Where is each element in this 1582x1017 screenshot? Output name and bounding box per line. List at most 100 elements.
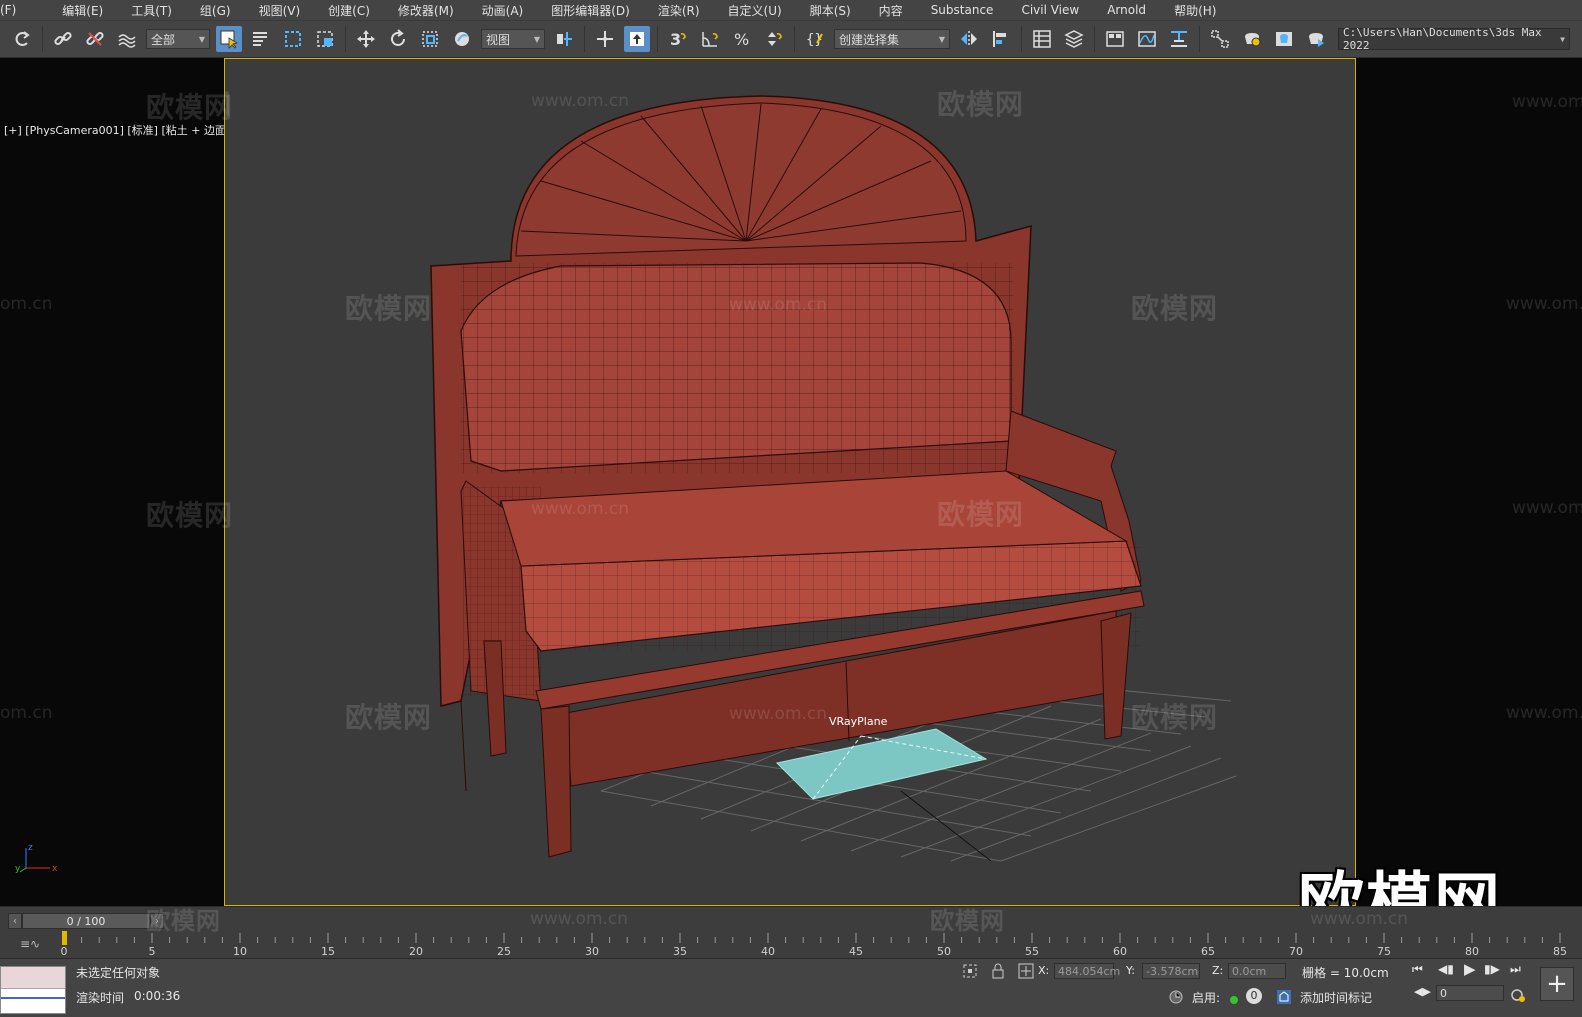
angle-snap-icon[interactable] bbox=[697, 26, 723, 52]
perspective-viewport[interactable]: VRayPlane 欧模网 www.om.cn 欧模网 欧模网 www.om.c… bbox=[224, 58, 1356, 906]
watermark-logo: 欧模网 bbox=[345, 292, 433, 325]
project-folder-path[interactable]: C:\Users\Han\Documents\3ds Max 2022 ▼ bbox=[1338, 26, 1570, 52]
time-tag-icon[interactable] bbox=[1276, 989, 1292, 1005]
trackbar-tick-label: 80 bbox=[1465, 945, 1479, 958]
menu-help[interactable]: 帮助(H) bbox=[1160, 2, 1230, 19]
reference-coord-value: 视图 bbox=[486, 32, 511, 47]
edit-named-selection-icon[interactable]: {} bbox=[802, 26, 828, 52]
menu-civil-view[interactable]: Civil View bbox=[1007, 3, 1093, 17]
previous-key-icon[interactable]: ◀▮ bbox=[1438, 962, 1454, 976]
trackbar-tick-label: 60 bbox=[1113, 945, 1127, 958]
rotate-icon[interactable] bbox=[385, 26, 411, 52]
menu-file[interactable]: (F) bbox=[0, 3, 30, 17]
menu-modifiers[interactable]: 修改器(M) bbox=[384, 2, 468, 19]
trackbar-ticks bbox=[62, 931, 1561, 945]
pivot-center-icon[interactable] bbox=[551, 26, 577, 52]
axis-x-label: x bbox=[52, 864, 58, 874]
play-icon[interactable]: ▶ bbox=[1464, 960, 1476, 978]
isolate-selection-icon[interactable] bbox=[962, 963, 978, 979]
schematic-view-icon[interactable] bbox=[1166, 26, 1192, 52]
layer-explorer-icon[interactable] bbox=[1061, 26, 1087, 52]
menu-graph-editors[interactable]: 图形编辑器(D) bbox=[537, 2, 644, 19]
snaps-toggle-icon[interactable]: 3 bbox=[665, 26, 691, 52]
mirror-icon[interactable] bbox=[956, 26, 982, 52]
keyboard-shortcut-override-icon[interactable] bbox=[624, 26, 650, 52]
time-slider[interactable]: ‹ 0 / 100 › bbox=[8, 913, 164, 929]
x-coord-field[interactable]: 484.054cm bbox=[1054, 963, 1120, 979]
current-frame-field[interactable]: 0 bbox=[1436, 985, 1504, 1001]
maxscript-mini-listener[interactable] bbox=[0, 966, 66, 1014]
adaptive-degradation-icon[interactable] bbox=[1168, 989, 1184, 1005]
material-editor-icon[interactable] bbox=[1207, 26, 1233, 52]
watermark-logo: 欧模网 bbox=[937, 498, 1025, 531]
select-object-icon[interactable] bbox=[216, 26, 242, 52]
redo-icon[interactable] bbox=[9, 26, 35, 52]
bench-front-right-leg bbox=[1100, 612, 1132, 740]
bind-space-warp-icon[interactable] bbox=[114, 26, 140, 52]
toggle-ribbon-icon[interactable] bbox=[1102, 26, 1128, 52]
next-key-icon[interactable]: ▮▶ bbox=[1484, 962, 1500, 976]
mini-curve-editor-icon[interactable]: ≡∿ bbox=[20, 937, 40, 951]
menu-views[interactable]: 视图(V) bbox=[245, 2, 315, 19]
listener-input[interactable] bbox=[1, 967, 65, 989]
menu-customize[interactable]: 自定义(U) bbox=[714, 2, 796, 19]
add-time-tag[interactable]: 添加时间标记 bbox=[1300, 989, 1372, 1006]
trackbar-tick-label: 65 bbox=[1201, 945, 1215, 958]
z-coord-field[interactable]: 0.0cm bbox=[1228, 963, 1286, 979]
grid-size: 栅格 = 10.0cm bbox=[1302, 966, 1389, 980]
timeline-area: ‹ 0 / 100 › ≡∿ 欧模网 www.om.cn 欧模网 www.om.… bbox=[0, 906, 1582, 958]
menu-animation[interactable]: 动画(A) bbox=[468, 2, 538, 19]
previous-frame-icon[interactable]: ‹ bbox=[8, 913, 22, 929]
menu-content[interactable]: 内容 bbox=[865, 2, 917, 19]
select-manipulate-icon[interactable] bbox=[592, 26, 618, 52]
trackbar-tick-label: 20 bbox=[409, 945, 423, 958]
menu-tools[interactable]: 工具(T) bbox=[117, 2, 186, 19]
menu-arnold[interactable]: Arnold bbox=[1093, 3, 1160, 17]
move-icon[interactable] bbox=[353, 26, 379, 52]
menu-bar: (F) 编辑(E) 工具(T) 组(G) 视图(V) 创建(C) 修改器(M) … bbox=[0, 0, 1582, 20]
key-mode-icon[interactable]: ◀▶ bbox=[1414, 985, 1431, 998]
menu-group[interactable]: 组(G) bbox=[186, 2, 245, 19]
toolbar-separator bbox=[1021, 26, 1022, 52]
absolute-mode-icon[interactable] bbox=[1018, 963, 1034, 979]
scene-explorer-icon[interactable] bbox=[1029, 26, 1055, 52]
chevron-down-icon: ▼ bbox=[198, 34, 205, 44]
time-slider-bar[interactable]: 0 / 100 bbox=[22, 913, 150, 929]
go-to-end-icon[interactable]: ⏭ bbox=[1510, 962, 1521, 977]
trackbar-tick-label: 85 bbox=[1553, 945, 1567, 958]
menu-edit[interactable]: 编辑(E) bbox=[30, 2, 117, 19]
named-selection-dropdown[interactable]: 创建选择集 ▼ bbox=[834, 29, 950, 49]
select-by-name-icon[interactable] bbox=[248, 26, 274, 52]
rendered-frame-window-icon[interactable] bbox=[1271, 26, 1297, 52]
curve-editor-icon[interactable] bbox=[1134, 26, 1160, 52]
trackbar[interactable]: 0 5 10 15 20 25 30 35 40 45 50 55 60 65 70 75 80 85 bbox=[60, 931, 1570, 959]
watermark-logo: 欧模网 bbox=[1131, 292, 1219, 325]
menu-rendering[interactable]: 渲染(R) bbox=[644, 2, 714, 19]
selection-lock-icon[interactable] bbox=[990, 963, 1006, 979]
y-coord-field[interactable]: -3.578cm bbox=[1142, 963, 1200, 979]
align-icon[interactable] bbox=[988, 26, 1014, 52]
render-setup-icon[interactable] bbox=[1239, 26, 1265, 52]
menu-scripting[interactable]: 脚本(S) bbox=[796, 2, 865, 19]
unlink-icon[interactable] bbox=[82, 26, 108, 52]
menu-substance[interactable]: Substance bbox=[917, 3, 1008, 17]
toolbar-separator bbox=[345, 26, 346, 52]
window-crossing-icon[interactable] bbox=[312, 26, 338, 52]
place-icon[interactable] bbox=[449, 26, 475, 52]
rectangular-selection-icon[interactable] bbox=[280, 26, 306, 52]
reference-coord-dropdown[interactable]: 视图 ▼ bbox=[481, 29, 545, 49]
go-to-start-icon[interactable]: ⏮ bbox=[1412, 962, 1423, 977]
spinner-snap-icon[interactable] bbox=[761, 26, 787, 52]
add-viewport-icon[interactable]: + bbox=[1540, 967, 1574, 1001]
menu-create[interactable]: 创建(C) bbox=[314, 2, 384, 19]
percent-snap-icon[interactable]: % bbox=[729, 26, 755, 52]
watermark-url: www.om.cn bbox=[729, 295, 828, 315]
render-production-icon[interactable] bbox=[1303, 26, 1329, 52]
link-icon[interactable] bbox=[50, 26, 76, 52]
watermark-logo: 欧模网 bbox=[1131, 701, 1219, 734]
selection-filter-dropdown[interactable]: 全部 ▼ bbox=[146, 29, 210, 49]
scale-icon[interactable] bbox=[417, 26, 443, 52]
time-configuration-icon[interactable] bbox=[1510, 987, 1526, 1003]
current-frame-marker[interactable] bbox=[62, 931, 67, 945]
watermark-url: www.om.cn bbox=[1506, 703, 1582, 723]
